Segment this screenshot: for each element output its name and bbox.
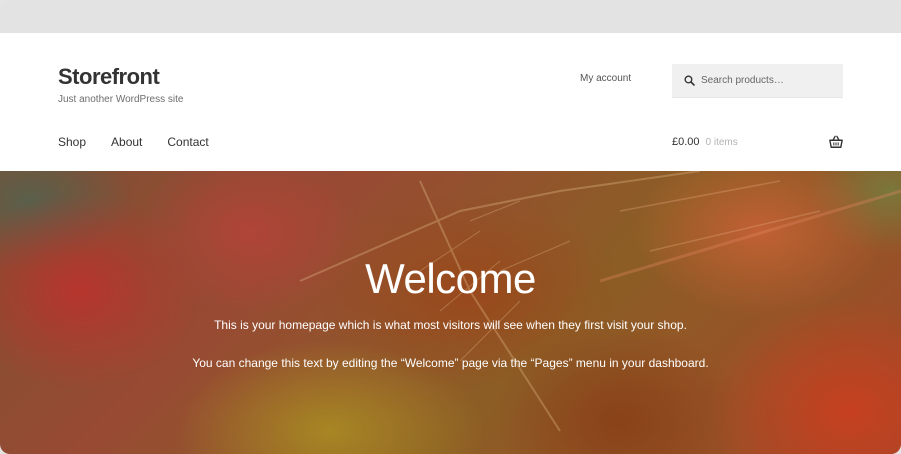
my-account-link[interactable]: My account bbox=[580, 73, 631, 84]
site-title[interactable]: Storefront bbox=[58, 64, 160, 90]
nav-item-contact[interactable]: Contact bbox=[167, 135, 208, 149]
hero-text-intro: This is your homepage which is what most… bbox=[214, 318, 687, 332]
cart-count: 0 items bbox=[705, 136, 738, 148]
hero-title: Welcome bbox=[365, 255, 536, 302]
search-icon bbox=[684, 75, 695, 86]
search-input[interactable] bbox=[701, 75, 841, 86]
hero-banner: Welcome This is your homepage which is w… bbox=[0, 171, 901, 454]
browser-top-bar bbox=[0, 0, 901, 33]
site-tagline: Just another WordPress site bbox=[58, 94, 184, 105]
basket-icon[interactable] bbox=[829, 135, 843, 149]
hero-overlay bbox=[0, 171, 901, 454]
primary-nav: Shop About Contact bbox=[58, 135, 234, 149]
hero-text-instructions: You can change this text by editing the … bbox=[192, 356, 709, 370]
browser-window: Storefront Just another WordPress site M… bbox=[0, 0, 901, 454]
product-search[interactable] bbox=[672, 64, 843, 98]
site-header: Storefront Just another WordPress site M… bbox=[0, 33, 901, 171]
nav-item-shop[interactable]: Shop bbox=[58, 135, 86, 149]
header-cart[interactable]: £0.00 0 items bbox=[672, 135, 843, 149]
nav-item-about[interactable]: About bbox=[111, 135, 142, 149]
cart-amount: £0.00 bbox=[672, 136, 700, 148]
